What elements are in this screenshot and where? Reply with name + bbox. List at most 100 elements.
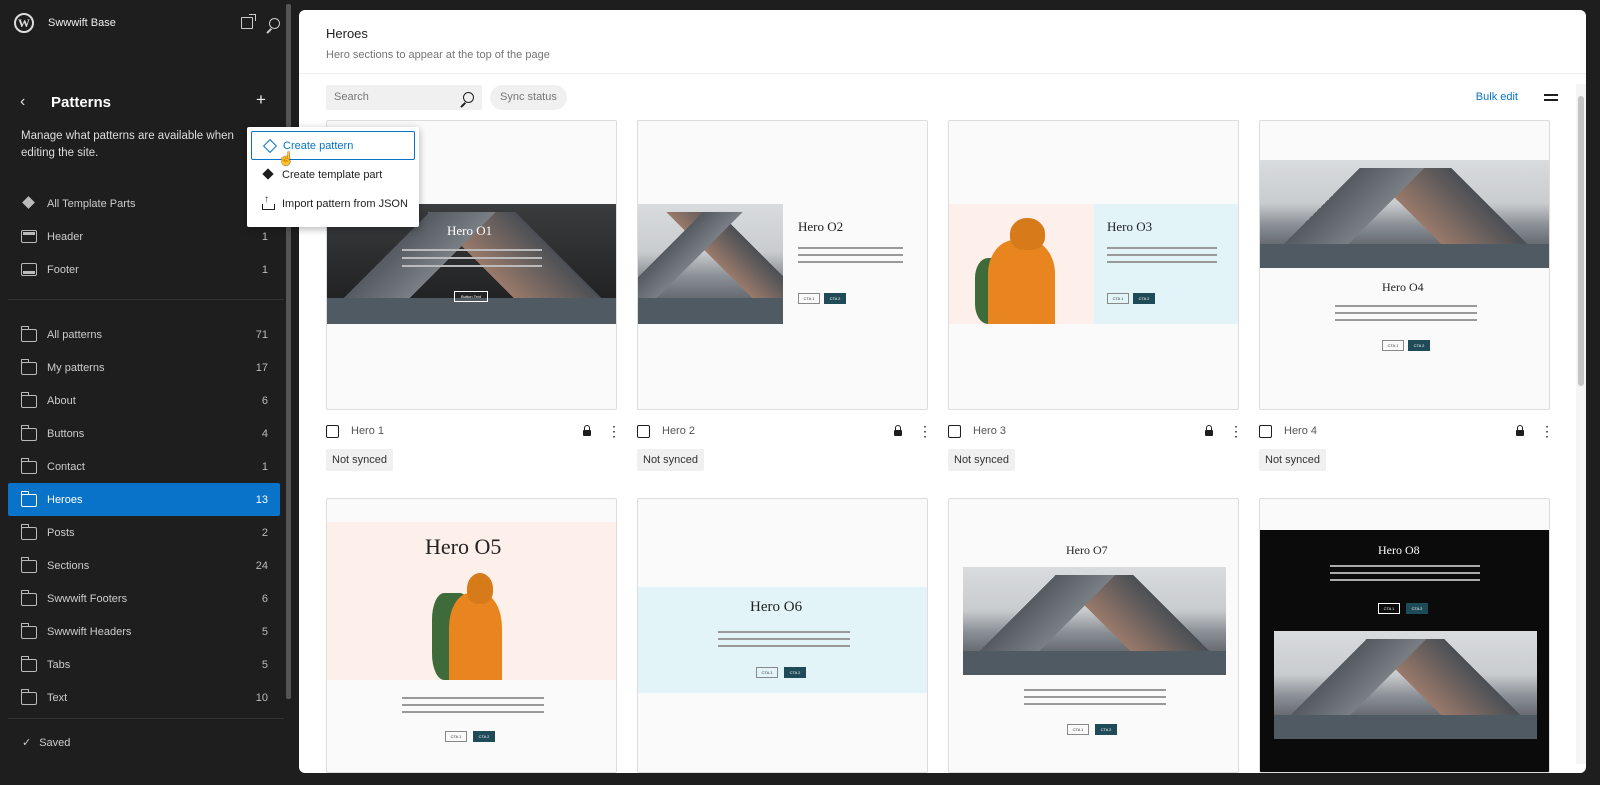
pattern-preview[interactable]: Hero O7 CTA 1 CTA 2: [948, 498, 1239, 773]
site-name[interactable]: Swwwift Base: [48, 17, 116, 29]
pattern-preview[interactable]: Hero O4 CTA 1 CTA 2: [1259, 120, 1550, 410]
sync-badge: Not synced: [326, 449, 394, 471]
pattern-card[interactable]: Hero O7 CTA 1 CTA 2: [948, 498, 1239, 773]
folder-icon: [20, 359, 37, 375]
preview-text: [798, 254, 903, 256]
preview-cta: CTA 1: [1107, 293, 1129, 304]
nav-item-contact[interactable]: Contact 1: [8, 450, 280, 483]
sync-badge: Not synced: [1259, 449, 1327, 471]
header-icon: [21, 230, 37, 243]
preview-text: [1024, 696, 1166, 698]
folder-icon: [20, 425, 37, 441]
nav-item-footer[interactable]: Footer 1: [8, 253, 280, 286]
nav-item-my-patterns[interactable]: My patterns 17: [8, 351, 280, 384]
pattern-name[interactable]: Hero 2: [662, 425, 894, 437]
pattern-card[interactable]: Hero O5 CTA 1 CTA 2: [326, 498, 617, 773]
view-options-icon[interactable]: [1544, 91, 1558, 103]
lock-icon: [894, 425, 902, 436]
folder-icon: [20, 491, 37, 507]
preview-image: [1274, 631, 1537, 739]
bulk-edit-button[interactable]: Bulk edit: [1476, 91, 1518, 103]
pattern-name[interactable]: Hero 4: [1284, 425, 1516, 437]
pattern-card[interactable]: Hero O4 CTA 1 CTA 2 Hero 4 ⋮ Not synced: [1259, 120, 1554, 471]
preview-cta: CTA 2: [1133, 293, 1155, 304]
pattern-preview[interactable]: Hero O8 CTA 1 CTA 2: [1259, 498, 1550, 773]
add-pattern-button[interactable]: +: [256, 90, 266, 110]
nav-item-all-patterns[interactable]: All patterns 71: [8, 318, 280, 351]
preview-text: [718, 638, 850, 640]
pattern-name[interactable]: Hero 1: [351, 425, 583, 437]
sync-status-filter[interactable]: Sync status: [490, 84, 567, 110]
select-checkbox[interactable]: [326, 424, 339, 438]
pattern-preview[interactable]: Hero O2 CTA 1 CTA 2: [637, 120, 928, 410]
scrollbar-thumb[interactable]: [1578, 96, 1584, 386]
preview-text: [1330, 572, 1480, 574]
back-chevron-icon[interactable]: ‹: [20, 93, 25, 111]
main-scrollbar[interactable]: [1576, 84, 1586, 764]
import-json-menu-item[interactable]: Import pattern from JSON: [251, 189, 415, 218]
pattern-preview[interactable]: Hero O6 CTA 1 CTA 2: [637, 498, 928, 773]
select-checkbox[interactable]: [948, 424, 961, 438]
preview-cta: CTA 2: [1408, 340, 1430, 351]
nav-item-all-template-parts[interactable]: All Template Parts: [8, 187, 280, 220]
add-menu-popover: Create pattern Create template part Impo…: [247, 127, 419, 227]
folder-icon: [20, 524, 37, 540]
nav-item-text[interactable]: Text 10: [8, 681, 280, 714]
folder-icon: [20, 689, 37, 705]
nav-item-sections[interactable]: Sections 24: [8, 549, 280, 582]
external-link-icon[interactable]: [241, 14, 256, 29]
search-input[interactable]: [334, 91, 444, 103]
preview-title: Hero O5: [425, 534, 502, 559]
preview-cta: CTA 1: [1382, 340, 1404, 351]
search-icon[interactable]: [269, 17, 280, 29]
preview-cta: CTA 2: [1406, 603, 1428, 614]
pattern-card[interactable]: Hero O8 CTA 1 CTA 2: [1259, 498, 1550, 773]
symbol-outline-icon: [262, 140, 276, 152]
select-checkbox[interactable]: [637, 424, 650, 438]
sync-badge: Not synced: [948, 449, 1016, 471]
preview-cta: CTA 1: [1067, 724, 1089, 735]
preview-title: Hero O6: [750, 599, 803, 615]
card-footer: Hero 1 ⋮: [326, 420, 621, 442]
sync-badge: Not synced: [637, 449, 705, 471]
more-options-icon[interactable]: ⋮: [1540, 424, 1554, 438]
preview-title: Hero O1: [447, 223, 493, 238]
nav-item-swwwift-headers[interactable]: Swwwift Headers 5: [8, 615, 280, 648]
pattern-name[interactable]: Hero 3: [973, 425, 1205, 437]
preview-text: [1335, 319, 1477, 321]
select-checkbox[interactable]: [1259, 424, 1272, 438]
nav-item-buttons[interactable]: Buttons 4: [8, 417, 280, 450]
search-icon[interactable]: [463, 91, 474, 103]
save-status[interactable]: ✓ Saved: [22, 736, 70, 749]
folder-icon: [20, 590, 37, 606]
search-box[interactable]: [326, 84, 482, 110]
folder-icon: [20, 623, 37, 639]
nav-item-posts[interactable]: Posts 2: [8, 516, 280, 549]
pattern-card[interactable]: Hero O6 CTA 1 CTA 2: [637, 498, 928, 773]
preview-text: [1335, 305, 1477, 307]
preview-cta: CTA 2: [473, 731, 495, 742]
more-options-icon[interactable]: ⋮: [607, 424, 621, 438]
folder-icon: [20, 458, 37, 474]
preview-text: [402, 697, 544, 699]
pattern-card[interactable]: Hero O2 CTA 1 CTA 2 Hero 2 ⋮ Not synced: [637, 120, 932, 471]
nav-item-swwwift-footers[interactable]: Swwwift Footers 6: [8, 582, 280, 615]
pattern-preview[interactable]: Hero O5 CTA 1 CTA 2: [326, 498, 617, 773]
preview-text: [1330, 579, 1480, 581]
nav-item-header[interactable]: Header 1: [8, 220, 280, 253]
pattern-preview[interactable]: Hero O3 CTA 1 CTA 2: [948, 120, 1239, 410]
nav-item-about[interactable]: About 6: [8, 384, 280, 417]
footer-icon: [21, 263, 37, 276]
preview-cta: CTA 2: [824, 293, 846, 304]
nav-item-tabs[interactable]: Tabs 5: [8, 648, 280, 681]
create-template-part-menu-item[interactable]: Create template part: [251, 160, 415, 189]
more-options-icon[interactable]: ⋮: [918, 424, 932, 438]
lock-icon: [1205, 425, 1213, 436]
sidebar-scrollbar[interactable]: [286, 4, 291, 699]
preview-cta: CTA 2: [784, 667, 806, 678]
create-pattern-menu-item[interactable]: Create pattern: [251, 131, 415, 160]
nav-item-heroes[interactable]: Heroes 13: [8, 483, 280, 516]
wordpress-logo-icon[interactable]: W: [14, 13, 34, 33]
pattern-card[interactable]: Hero O3 CTA 1 CTA 2 Hero 3 ⋮ Not synced: [948, 120, 1243, 471]
more-options-icon[interactable]: ⋮: [1229, 424, 1243, 438]
